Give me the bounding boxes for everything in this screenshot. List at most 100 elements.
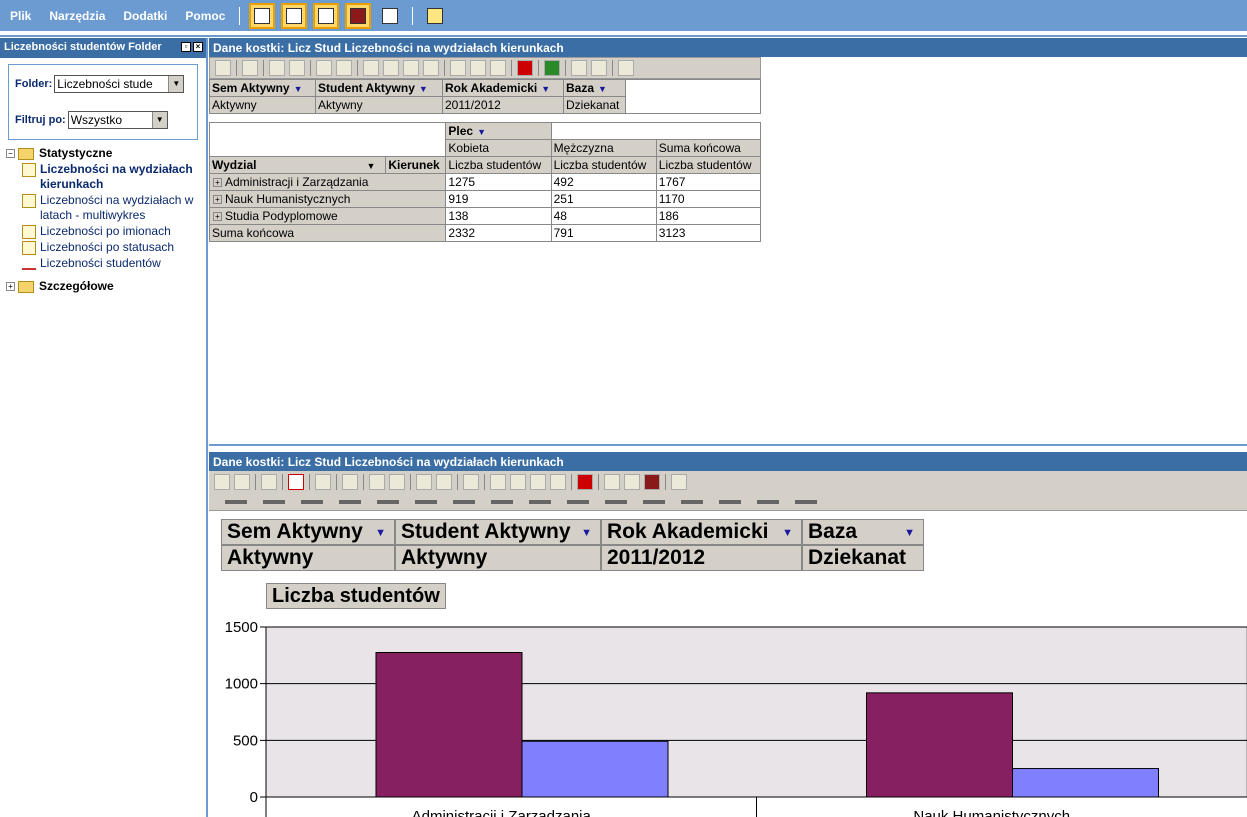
chart-filter-rok-akademicki[interactable]: Rok Akademicki ▼ [601,519,802,545]
toolbar-control[interactable] [719,500,741,504]
window-icon[interactable] [281,2,308,29]
expand-icon[interactable]: + [6,282,15,291]
chart-filter-baza[interactable]: Baza ▼ [802,519,924,545]
calculated-totals-icon[interactable] [383,60,399,76]
undo-icon[interactable] [261,474,277,490]
toolbar-control[interactable] [377,500,399,504]
toolbar-control[interactable] [605,500,627,504]
refresh-icon[interactable] [577,474,593,490]
tree-node-szczegolowe[interactable]: + Szczegółowe [0,279,206,294]
chevron-down-icon[interactable]: ▼ [904,521,915,545]
sort-ascending-icon[interactable] [369,474,385,490]
menu-narzedzia[interactable]: Narzędzia [49,9,105,23]
autosum-icon[interactable] [463,474,479,490]
chevron-down-icon[interactable]: ▼ [541,84,550,94]
filter-field-student-aktywny[interactable]: Student Aktywny ▼ [315,79,443,97]
expand-icon[interactable] [510,474,526,490]
column-field-plec[interactable]: Plec ▼ [445,122,552,140]
book-icon[interactable] [644,474,660,490]
field-list-icon[interactable] [604,474,620,490]
chevron-down-icon[interactable]: ▼ [782,521,793,545]
tree-node-statystyczne[interactable]: − Statystyczne [0,146,206,161]
menu-pomoc[interactable]: Pomoc [185,9,225,23]
toolbar-control[interactable] [757,500,779,504]
autosum-icon[interactable] [363,60,379,76]
collapse-icon[interactable]: − [6,149,15,158]
toolbar-control[interactable] [415,500,437,504]
hide-details-icon[interactable] [530,474,546,490]
filter-field-baza[interactable]: Baza ▼ [563,79,626,97]
copy-icon[interactable] [242,60,258,76]
percent-icon[interactable] [423,60,439,76]
chart-filter-student-aktywny[interactable]: Student Aktywny ▼ [395,519,601,545]
sort-descending-icon[interactable] [389,474,405,490]
properties-icon[interactable] [315,474,331,490]
chevron-down-icon[interactable]: ▼ [581,521,592,545]
expand-icon[interactable] [470,60,486,76]
toolbar-control[interactable] [301,500,323,504]
chevron-down-icon[interactable]: ▼ [477,127,486,137]
toolbar-control[interactable] [795,500,817,504]
expand-icon[interactable]: + [213,212,222,222]
restore-icon[interactable]: ▫ [181,42,191,52]
chevron-down-icon[interactable]: ▼ [419,84,428,94]
folder-select[interactable]: Liczebności stude ▼ [54,75,185,93]
tree-item-chart[interactable]: Liczebności studentów [0,256,206,271]
field-list-icon[interactable] [571,60,587,76]
row-field-wydzial[interactable]: Wydzial ▼ [208,156,387,174]
row-header[interactable]: + Nauk Humanistycznych [208,190,447,208]
collapse-icon[interactable] [450,60,466,76]
row-field-kierunek[interactable]: Kierunek [385,156,447,174]
toolbar-control[interactable] [453,500,475,504]
chevron-down-icon[interactable]: ▼ [598,84,607,94]
toolbar-control[interactable] [567,500,589,504]
list-view-icon[interactable] [249,2,276,29]
show-top-icon[interactable] [436,474,452,490]
row-header[interactable]: + Administracji i Zarządzania [208,173,447,191]
toolbar-control[interactable] [681,500,703,504]
office-logo-icon[interactable] [214,474,230,490]
toolbar-control[interactable] [225,500,247,504]
toolbar-control[interactable] [643,500,665,504]
subtotal-icon[interactable] [403,60,419,76]
help-icon[interactable] [618,60,634,76]
close-icon[interactable]: × [193,42,203,52]
tree-item-report[interactable]: Liczebności na wydziałach kierunkach [0,162,206,192]
region-divider[interactable] [209,444,1247,452]
refresh-icon[interactable] [517,60,533,76]
delete-icon[interactable] [288,474,304,490]
chevron-down-icon[interactable]: ▼ [151,112,167,128]
show-top-icon[interactable] [336,60,352,76]
commands-icon[interactable] [624,474,640,490]
table-edit-icon[interactable] [313,2,340,29]
expand-icon[interactable]: + [213,178,222,188]
filter-select[interactable]: Wszystko ▼ [67,111,168,129]
chart-filter-sem-aktywny[interactable]: Sem Aktywny ▼ [221,519,395,545]
tree-item-report[interactable]: Liczebności po imionach [0,224,206,239]
help-icon[interactable] [671,474,687,490]
chart-type-icon[interactable] [234,474,250,490]
series-field-button[interactable]: Liczba studentów [266,583,446,609]
expand-icon[interactable]: + [213,195,222,205]
show-details-icon[interactable] [550,474,566,490]
properties-icon[interactable] [591,60,607,76]
toolbar-control[interactable] [529,500,551,504]
autofilter-icon[interactable] [316,60,332,76]
toolbar-control[interactable] [263,500,285,504]
chevron-down-icon[interactable]: ▼ [366,161,375,171]
chevron-down-icon[interactable]: ▼ [168,76,184,92]
hide-details-icon[interactable] [490,60,506,76]
book-icon[interactable] [345,2,372,29]
export-excel-icon[interactable] [544,60,560,76]
office-logo-icon[interactable] [215,60,231,76]
menu-plik[interactable]: Plik [10,9,31,23]
sort-descending-icon[interactable] [289,60,305,76]
chevron-down-icon[interactable]: ▼ [375,521,386,545]
sort-ascending-icon[interactable] [269,60,285,76]
export-icon[interactable] [422,2,449,29]
row-header[interactable]: + Studia Podyplomowe [208,207,447,225]
by-row-col-icon[interactable] [342,474,358,490]
print-icon[interactable] [377,2,404,29]
filter-field-rok-akademicki[interactable]: Rok Akademicki ▼ [442,79,564,97]
menu-dodatki[interactable]: Dodatki [123,9,167,23]
